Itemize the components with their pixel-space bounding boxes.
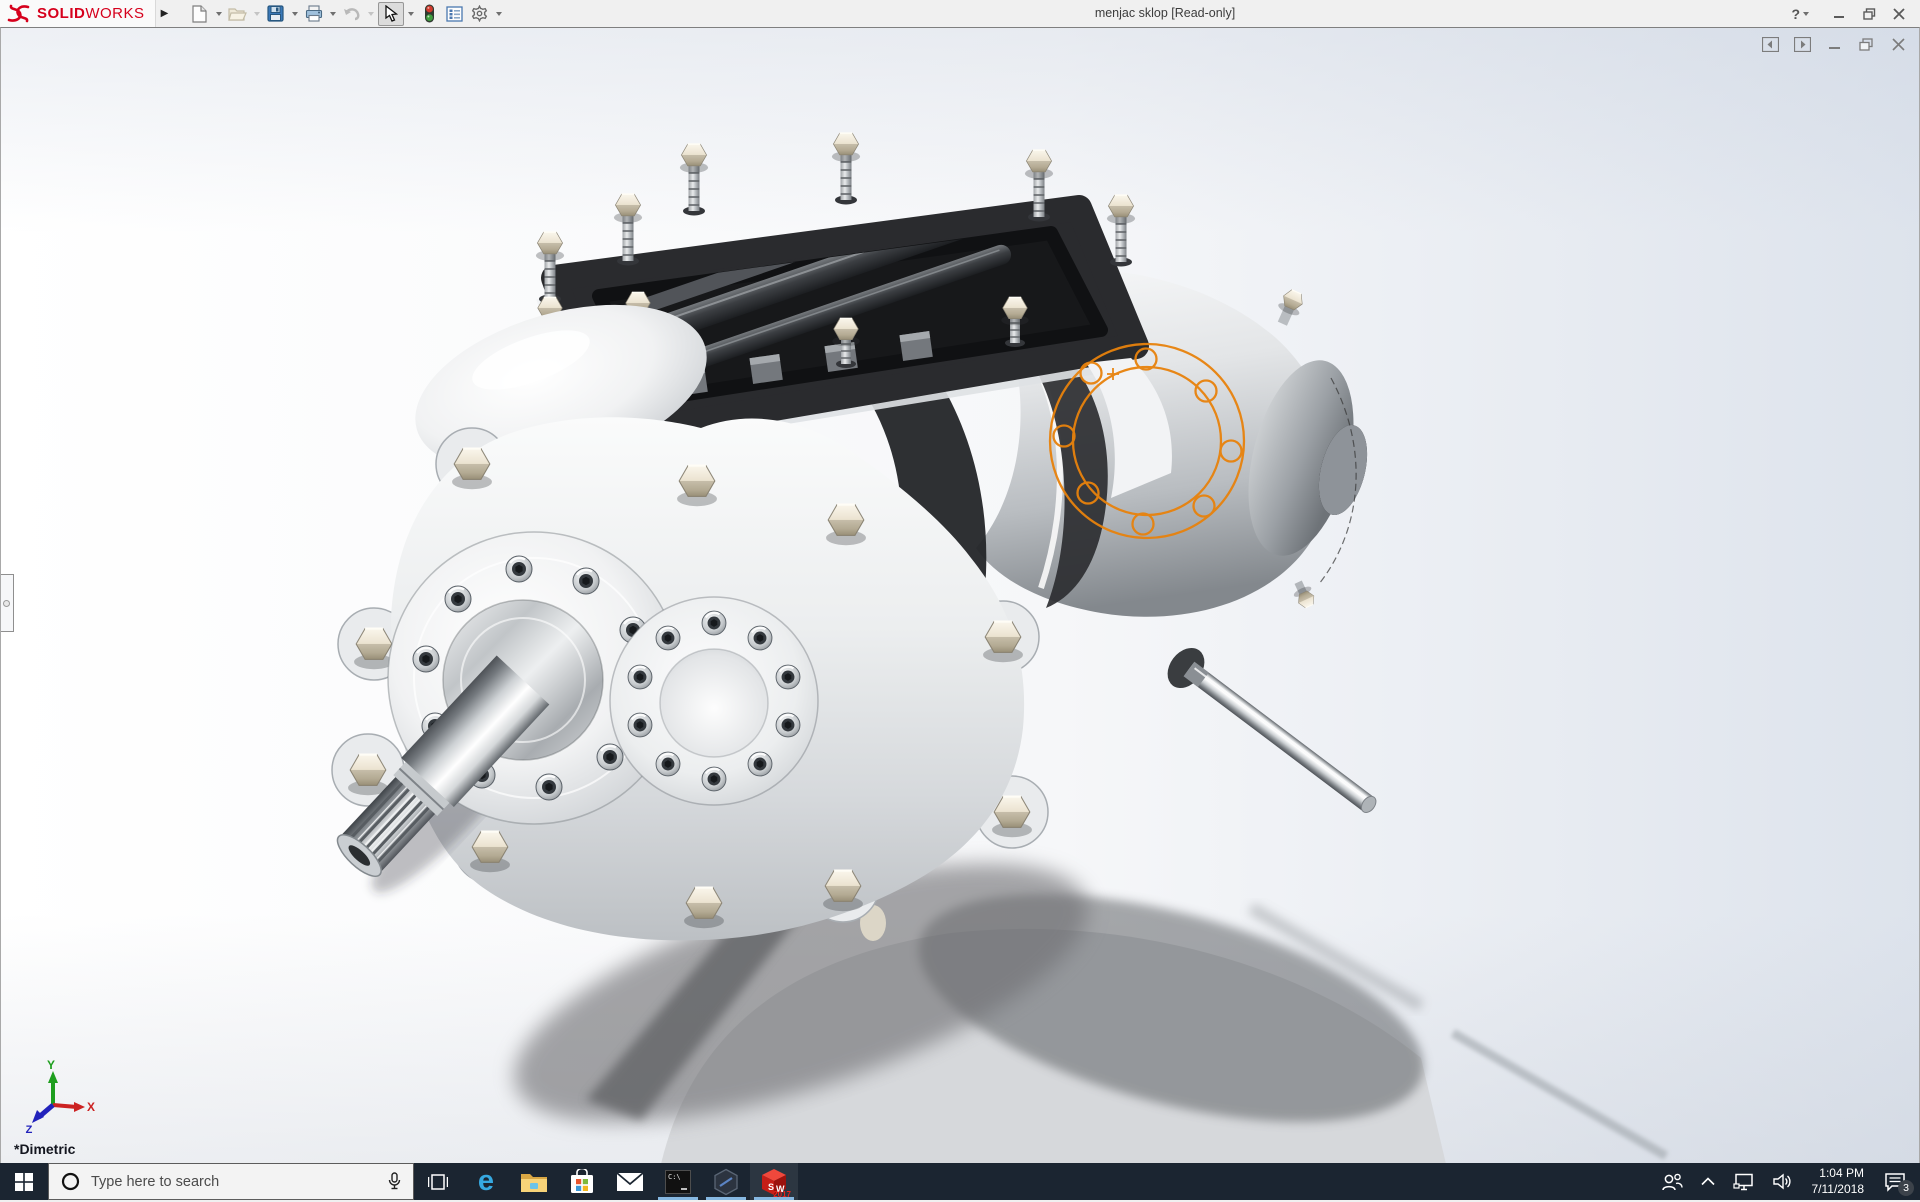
system-tray: 1:04 PM 7/11/2018 3 [1652, 1163, 1920, 1200]
view-orientation-label: *Dimetric [14, 1141, 75, 1157]
reference-triad: Y X Z [15, 1057, 95, 1135]
file-explorer-icon [520, 1170, 548, 1194]
clock-time: 1:04 PM [1819, 1166, 1864, 1182]
help-dropdown[interactable] [1803, 12, 1809, 16]
print-dropdown[interactable] [330, 12, 336, 16]
wordmark-solid: SOLID [37, 5, 85, 22]
graphics-viewport[interactable]: *Dimetric Y X Z [0, 27, 1920, 1163]
action-center-button[interactable]: 3 [1874, 1163, 1920, 1200]
undo-button[interactable] [340, 2, 364, 26]
notification-badge: 3 [1898, 1180, 1914, 1196]
taskbar-app-file-explorer[interactable] [510, 1163, 558, 1200]
ds-logo-icon [6, 4, 32, 24]
microsoft-store-icon [569, 1169, 595, 1195]
tab-dot-icon [3, 600, 10, 607]
start-button[interactable] [0, 1163, 48, 1200]
task-view-icon [428, 1173, 448, 1191]
print-icon [304, 4, 324, 24]
rebuild-button[interactable] [418, 2, 442, 26]
save-dropdown[interactable] [292, 12, 298, 16]
network-button[interactable] [1724, 1163, 1764, 1200]
new-document-icon [190, 4, 210, 24]
solidworks-2017-icon: S W 2017 [759, 1167, 789, 1197]
search-placeholder-text: Type here to search [91, 1174, 377, 1190]
undo-icon [342, 4, 362, 24]
close-button[interactable] [1886, 3, 1912, 25]
options-dropdown[interactable] [496, 12, 502, 16]
taskbar-app-store[interactable] [558, 1163, 606, 1200]
cortana-icon [61, 1172, 80, 1191]
command-prompt-icon: C:\ [665, 1170, 691, 1194]
gearbox-3d-model[interactable] [1, 28, 1920, 1163]
doc-close-button[interactable] [1887, 35, 1909, 53]
taskbar-search-input[interactable]: Type here to search [48, 1163, 414, 1200]
taskbar-app-command-prompt[interactable]: C:\ [654, 1163, 702, 1200]
triad-x-label: X [87, 1100, 95, 1114]
file-properties-button[interactable] [443, 2, 467, 26]
taskbar-app-mail[interactable] [606, 1163, 654, 1200]
taskbar-app-solidworks[interactable]: S W 2017 [750, 1163, 798, 1200]
taskbar-app-edge[interactable]: e [462, 1163, 510, 1200]
solidworks-logo: SOLIDWORKS [0, 0, 156, 27]
mail-icon [616, 1172, 644, 1192]
windows-logo-icon [15, 1173, 33, 1191]
wordmark-works: WORKS [85, 5, 144, 22]
select-button[interactable] [378, 2, 404, 26]
new-document-dropdown[interactable] [216, 12, 222, 16]
taskbar-app-hexagon[interactable] [702, 1163, 750, 1200]
open-dropdown[interactable] [254, 12, 260, 16]
save-button[interactable] [264, 2, 288, 26]
undo-dropdown[interactable] [368, 12, 374, 16]
doc-restore-button[interactable] [1855, 35, 1877, 53]
help-button[interactable]: ? [1791, 6, 1800, 22]
document-window-controls [1759, 35, 1909, 53]
select-dropdown[interactable] [408, 12, 414, 16]
toolbar-flyout-arrow[interactable]: ▶ [156, 0, 174, 27]
file-properties-icon [445, 4, 465, 24]
select-cursor-icon [381, 4, 401, 24]
triad-y-label: Y [47, 1058, 55, 1072]
hexagon-app-icon [712, 1168, 740, 1196]
chevron-up-icon [1701, 1177, 1715, 1186]
rebuild-traffic-light-icon [420, 4, 440, 24]
microphone-icon[interactable] [388, 1172, 401, 1191]
options-button[interactable] [468, 2, 492, 26]
hidden-icons-button[interactable] [1692, 1163, 1724, 1200]
solidworks-wordmark: SOLIDWORKS [37, 5, 145, 22]
options-gear-icon [470, 4, 490, 24]
doc-minimize-button[interactable] [1823, 35, 1845, 53]
open-folder-icon [228, 4, 248, 24]
taskbar-clock[interactable]: 1:04 PM 7/11/2018 [1802, 1163, 1875, 1200]
titlebar: SOLIDWORKS ▶ [0, 0, 1920, 27]
document-title: menjac sklop [Read-only] [1095, 6, 1235, 20]
restore-button[interactable] [1856, 3, 1882, 25]
people-icon [1661, 1172, 1683, 1192]
speaker-icon [1773, 1173, 1793, 1190]
people-button[interactable] [1652, 1163, 1692, 1200]
triad-z-label: Z [26, 1124, 33, 1135]
expand-right-pane-button[interactable] [1791, 35, 1813, 53]
volume-button[interactable] [1764, 1163, 1802, 1200]
ethernet-icon [1733, 1173, 1755, 1191]
cover-bearing-flange[interactable] [610, 597, 818, 805]
task-view-button[interactable] [414, 1163, 462, 1200]
cmd-label: C:\ [668, 1173, 681, 1181]
open-button[interactable] [226, 2, 250, 26]
new-document-button[interactable] [188, 2, 212, 26]
feature-tree-collapsed-tab[interactable] [0, 574, 14, 632]
edge-icon: e [478, 1167, 494, 1196]
print-button[interactable] [302, 2, 326, 26]
collapse-left-pane-button[interactable] [1759, 35, 1781, 53]
clock-date: 7/11/2018 [1812, 1182, 1865, 1198]
save-icon [266, 4, 286, 24]
minimize-button[interactable] [1826, 3, 1852, 25]
window-controls: ? [1791, 0, 1912, 27]
windows-taskbar: Type here to search e [0, 1163, 1920, 1200]
